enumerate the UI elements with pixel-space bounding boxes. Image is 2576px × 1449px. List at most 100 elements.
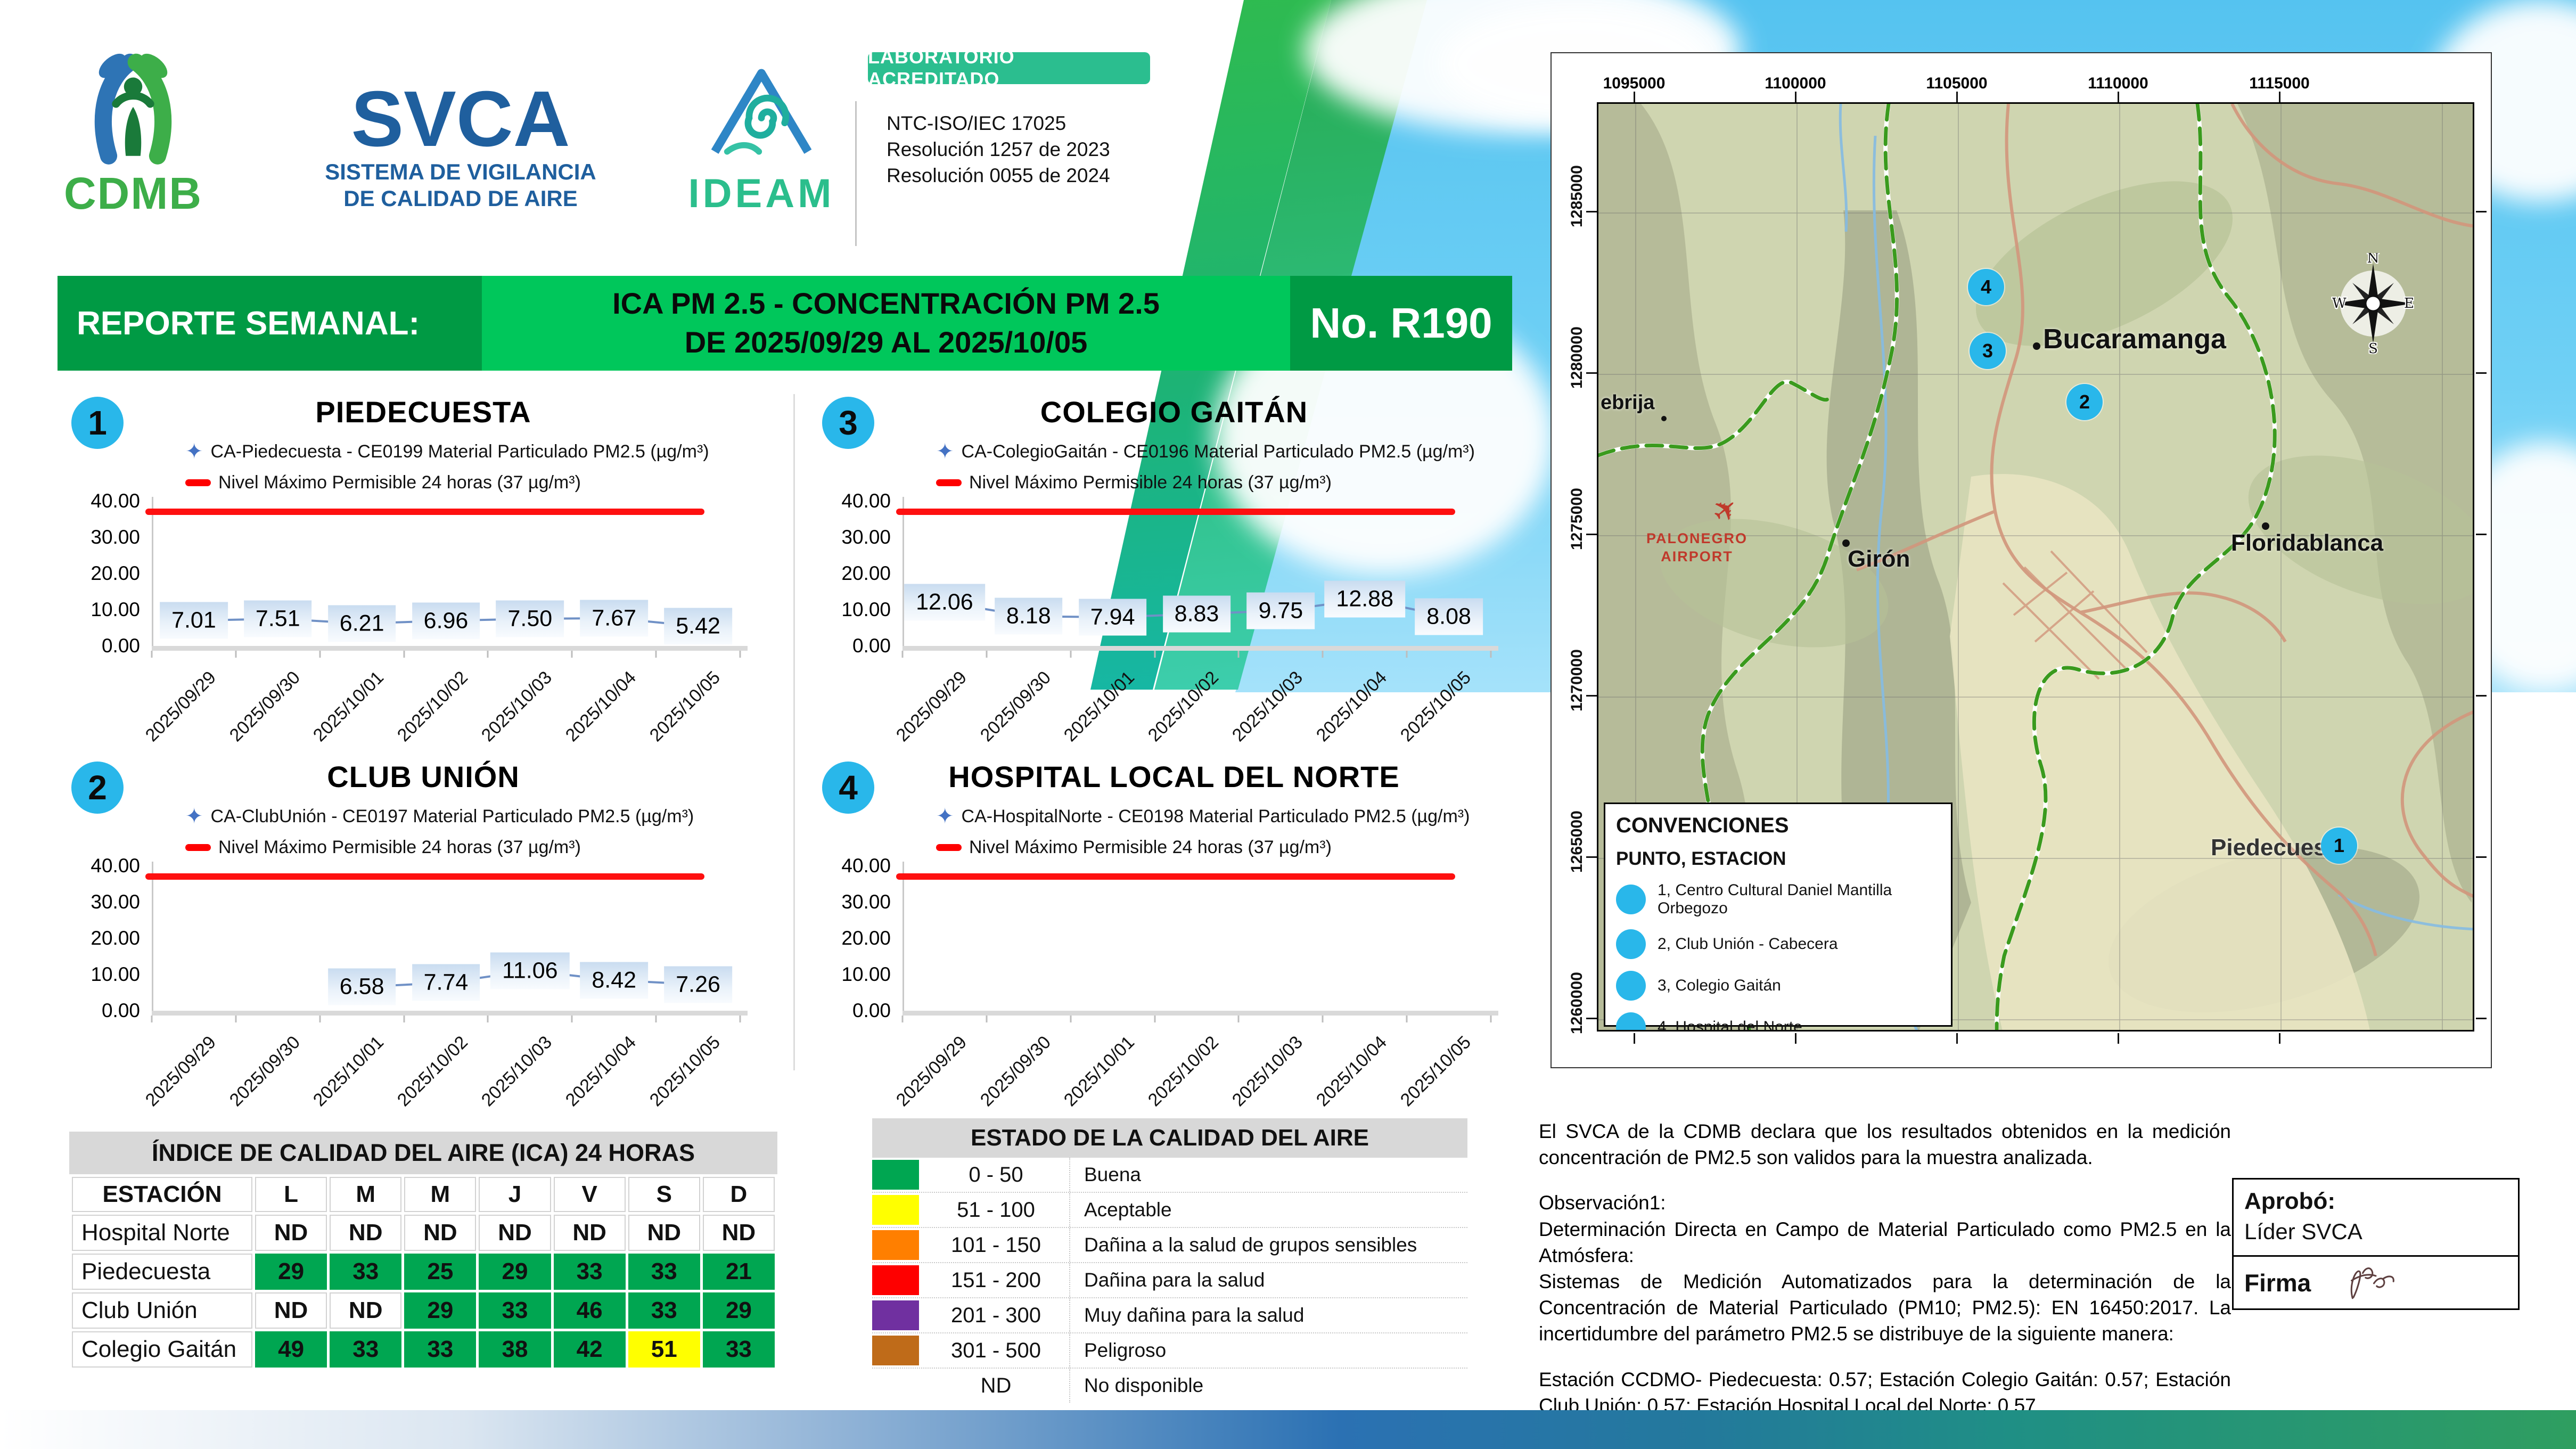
x-axis-tick xyxy=(1406,651,1408,658)
data-label: 8.18 xyxy=(994,597,1063,635)
city-dot xyxy=(1842,539,1850,547)
map-frame-tick xyxy=(1956,92,1958,102)
estado-label: No disponible xyxy=(1069,1369,1467,1403)
map-top-coordinate: 1100000 xyxy=(1765,75,1826,92)
series-line xyxy=(193,617,699,628)
y-axis-label: 0.00 xyxy=(852,635,891,657)
x-axis-tick xyxy=(235,1016,237,1022)
estado-range: 301 - 500 xyxy=(950,1338,1041,1362)
ica-value-cell: 33 xyxy=(404,1331,477,1368)
report-title-band: REPORTE SEMANAL: ICA PM 2.5 - CONCENTRAC… xyxy=(58,276,1512,371)
airport-label: ✈ PALONEGRO AIRPORT xyxy=(1628,489,1766,566)
map-frame-tick xyxy=(1586,1018,1597,1019)
station-marker-3: 3 xyxy=(1970,333,2006,369)
chart-piedecuesta: 1 PIEDECUESTA ✦ CA-Piedecuesta - CE0199 M… xyxy=(64,391,783,746)
y-axis-label: 20.00 xyxy=(841,562,891,584)
ica-column-header: S xyxy=(628,1177,700,1212)
estado-label: Peligroso xyxy=(1069,1333,1467,1368)
cdmb-emblem-icon xyxy=(94,53,172,165)
x-axis-tick xyxy=(487,1016,489,1022)
ica-station-name: Colegio Gaitán xyxy=(72,1331,252,1368)
estado-range: ND xyxy=(980,1373,1012,1397)
map-legend-item-label: 3, Colegio Gaitán xyxy=(1658,977,1781,994)
map-legend-item-label: 2, Club Unión - Cabecera xyxy=(1658,935,1838,953)
ica-header-row: ESTACIÓN L M M J V S D xyxy=(72,1177,775,1212)
map-legend: CONVENCIONES PUNTO, ESTACION 1, Centro C… xyxy=(1604,803,1952,1030)
estado-range: 201 - 300 xyxy=(950,1303,1041,1327)
report-type-label: REPORTE SEMANAL: xyxy=(58,276,482,371)
estado-color-cell xyxy=(872,1193,923,1227)
ica-value-cell: 33 xyxy=(330,1254,402,1290)
estado-range: 151 - 200 xyxy=(950,1268,1041,1292)
x-axis-tick xyxy=(986,651,988,658)
x-axis-tick xyxy=(151,651,153,658)
map-frame-tick xyxy=(2118,92,2119,102)
x-axis-date-label: 2025/10/01 xyxy=(1060,667,1139,746)
estado-range: 51 - 100 xyxy=(957,1198,1035,1222)
edge-city-label-lebrija: ebrija xyxy=(1601,391,1655,414)
map-image: N S W E ✈ PALONEGRO AIRPORT Bucaramanga … xyxy=(1597,102,2474,1032)
x-axis-line xyxy=(152,646,748,651)
signature-label: Firma xyxy=(2244,1268,2311,1297)
estado-color-swatch xyxy=(872,1160,919,1190)
map-frame-tick xyxy=(1634,92,1635,102)
ica-station-name: Piedecuesta xyxy=(72,1254,252,1290)
estado-label: Aceptable xyxy=(1069,1193,1467,1227)
map-top-coordinate: 1095000 xyxy=(1603,75,1666,92)
cdmb-logo: CDMB xyxy=(61,43,205,219)
plot-area: 40.00 30.00 20.00 10.00 0.00 12.06 8.18 7.94 8.8… xyxy=(815,391,1533,746)
svca-logo: SVCA SISTEMA DE VIGILANCIA DE CALIDAD DE… xyxy=(290,80,631,212)
estado-row: 301 - 500 Peligroso xyxy=(872,1332,1467,1368)
estado-color-cell xyxy=(872,1263,923,1297)
ica-data-row: Piedecuesta 29 33 25 29 33 33 21 xyxy=(72,1254,775,1290)
plot-area: 40.00 30.00 20.00 10.00 0.00 7.01 7.51 6.21 6.96… xyxy=(64,391,783,746)
estado-color-swatch xyxy=(872,1195,919,1225)
map-legend-item: 2, Club Unión - Cabecera xyxy=(1616,929,1940,959)
series-line xyxy=(944,598,1449,619)
ica-data-row: Club Unión ND ND 29 33 46 33 29 xyxy=(72,1292,775,1329)
map-left-coordinate: 1280000 xyxy=(1568,326,1586,389)
x-axis-date-label: 2025/10/03 xyxy=(478,1032,556,1111)
ica-value-cell: 49 xyxy=(255,1331,327,1368)
x-axis-date-label: 2025/09/30 xyxy=(225,1032,304,1111)
ica-column-header: V xyxy=(553,1177,626,1212)
x-axis-date-label: 2025/10/02 xyxy=(1144,1032,1223,1111)
ica-value-cell: 29 xyxy=(404,1292,477,1329)
data-label: 12.06 xyxy=(904,584,985,621)
x-axis-tick xyxy=(1490,1016,1492,1022)
estado-label: Muy dañina para la salud xyxy=(1069,1298,1467,1332)
data-label: 7.50 xyxy=(496,600,564,637)
map-legend-item: 4, Hospital del Norte xyxy=(1616,1012,1940,1030)
observation-title: Observación1: xyxy=(1539,1192,1666,1214)
city-dot xyxy=(2262,522,2269,530)
x-axis-tick xyxy=(319,651,321,658)
report-subject-line2: DE 2025/09/29 AL 2025/10/05 xyxy=(684,325,1088,359)
ica-table: ÍNDICE DE CALIDAD DEL AIRE (ICA) 24 HORA… xyxy=(69,1132,777,1370)
city-label-floridablanca: Floridablanca xyxy=(2231,530,2384,556)
y-axis-label: 0.00 xyxy=(101,635,140,657)
x-axis-date-label: 2025/10/04 xyxy=(1312,1032,1391,1111)
map-frame-tick xyxy=(1956,1033,1958,1044)
map-legend-item-label: 1, Centro Cultural Daniel Mantilla Orbeg… xyxy=(1658,881,1892,917)
signature-icon xyxy=(2351,1267,2395,1299)
ica-station-name: Club Unión xyxy=(72,1292,252,1329)
x-axis-date-label: 2025/10/02 xyxy=(393,1032,472,1111)
station-point-icon xyxy=(1616,971,1646,1001)
x-axis-tick xyxy=(235,651,237,658)
x-axis-line xyxy=(152,1011,748,1016)
ica-value-cell: ND xyxy=(330,1292,402,1329)
y-axis-label: 40.00 xyxy=(91,490,140,512)
footer-gradient-band xyxy=(0,1410,2576,1449)
data-label: 7.74 xyxy=(412,964,480,1001)
ica-value-cell: ND xyxy=(255,1215,327,1251)
map-frame-tick xyxy=(1586,534,1597,535)
y-axis-label: 40.00 xyxy=(841,490,891,512)
x-axis-line xyxy=(903,646,1498,651)
x-axis-date-label: 2025/10/05 xyxy=(1396,1032,1475,1111)
ica-data-row: Hospital Norte ND ND ND ND ND ND ND xyxy=(72,1215,775,1251)
map-top-coordinate: 1115000 xyxy=(2249,75,2310,92)
x-axis-tick xyxy=(1154,651,1156,658)
station-point-icon xyxy=(1616,885,1646,914)
x-axis-tick xyxy=(1322,1016,1324,1022)
